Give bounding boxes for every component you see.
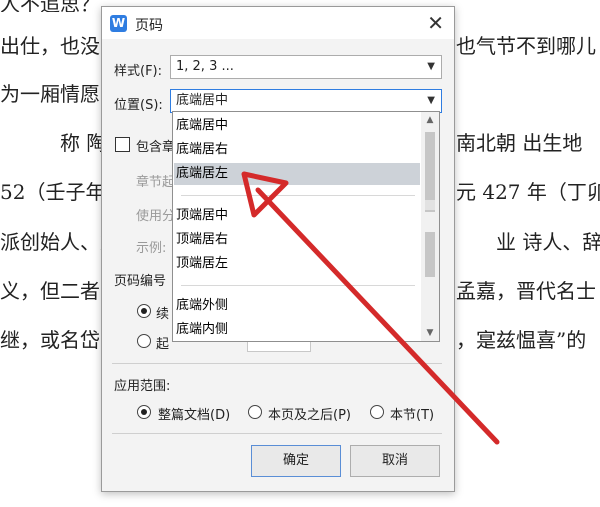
arrow-shaft xyxy=(255,187,500,445)
red-arrow-annotation xyxy=(241,171,500,445)
